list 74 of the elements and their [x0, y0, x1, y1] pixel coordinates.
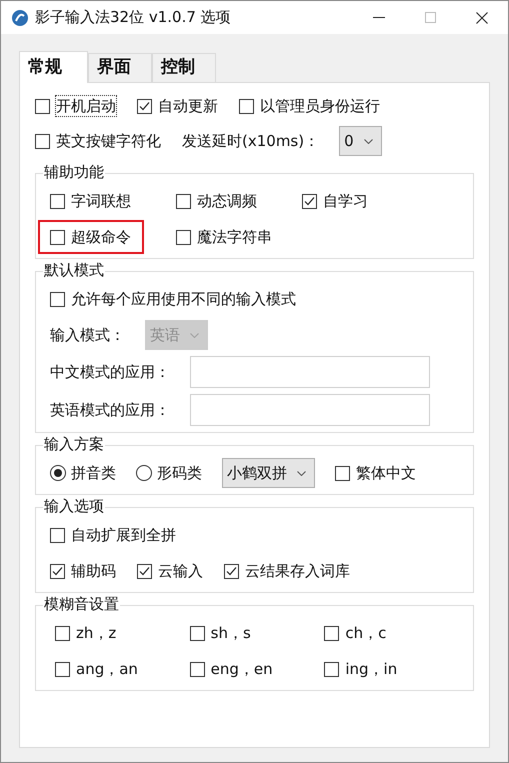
checkbox-label[interactable]: sh，s: [210, 622, 252, 644]
checkbox-label[interactable]: ang，an: [75, 658, 139, 680]
radio-label[interactable]: 形码类: [157, 462, 202, 484]
checkbox-label[interactable]: ch，c: [344, 622, 388, 644]
input-field[interactable]: [190, 356, 430, 388]
checkbox-label[interactable]: 繁体中文: [355, 462, 417, 484]
field-label: 英语模式的应用：: [50, 400, 170, 421]
chevron-down-icon: [190, 332, 199, 338]
check-icon: [139, 100, 150, 112]
checkbox-label[interactable]: 辅助码: [70, 560, 117, 582]
checkbox-label[interactable]: 以管理员身份运行: [259, 95, 381, 117]
checkbox-label[interactable]: 动态调频: [196, 190, 258, 212]
chevron-down-icon: [364, 138, 373, 144]
checkbox[interactable]: [324, 626, 340, 640]
checkbox[interactable]: [190, 626, 205, 640]
field-label: 发送延时(x10ms)：: [182, 130, 320, 152]
group-title: 输入方案: [43, 434, 105, 454]
group-title: 辅助功能: [43, 162, 105, 182]
group-title: 输入选项: [43, 496, 105, 516]
check-icon: [304, 196, 315, 206]
checkbox[interactable]: [302, 194, 317, 208]
checkbox-label[interactable]: 自动更新: [157, 95, 219, 117]
checkbox[interactable]: [50, 292, 65, 306]
close-icon[interactable]: [476, 12, 488, 24]
dropdown[interactable]: 0: [339, 126, 382, 156]
checkbox[interactable]: [55, 626, 70, 640]
checkbox-label[interactable]: 允许每个应用使用不同的输入模式: [70, 288, 297, 310]
checkbox-label[interactable]: ing，in: [344, 658, 398, 680]
checkbox-label[interactable]: 云输入: [157, 560, 204, 582]
checkbox[interactable]: [190, 662, 205, 676]
checkbox[interactable]: [176, 230, 191, 244]
checkbox[interactable]: [224, 564, 239, 578]
checkbox[interactable]: [35, 134, 50, 148]
radio-button[interactable]: [50, 465, 66, 481]
group-title: 默认模式: [43, 260, 105, 280]
minimize-icon[interactable]: [373, 16, 385, 18]
group-title: 模糊音设置: [43, 594, 120, 614]
checkbox[interactable]: [324, 662, 340, 676]
checkbox[interactable]: [137, 98, 152, 114]
checkbox-label[interactable]: 英文按键字符化: [55, 130, 162, 152]
checkbox[interactable]: [50, 528, 65, 542]
checkbox[interactable]: [137, 564, 152, 578]
chevron-down-icon: [297, 470, 306, 476]
checkbox-label[interactable]: 魔法字符串: [196, 226, 273, 248]
app-icon: [11, 8, 29, 26]
checkbox[interactable]: [35, 98, 50, 114]
checkbox[interactable]: [50, 194, 65, 208]
input-field[interactable]: [190, 394, 430, 426]
checkbox[interactable]: [239, 98, 254, 114]
checkbox-label[interactable]: 自学习: [322, 190, 369, 212]
checkbox-label[interactable]: 自动扩展到全拼: [70, 524, 177, 546]
dropdown[interactable]: 小鹤双拼: [222, 458, 315, 488]
checkbox-label[interactable]: 开机启动: [55, 95, 117, 117]
field-label: 中文模式的应用：: [50, 362, 170, 383]
checkbox[interactable]: [176, 194, 191, 208]
field-label: 输入模式：: [50, 324, 125, 346]
checkbox[interactable]: [50, 564, 65, 578]
checkbox-label[interactable]: zh，z: [75, 622, 118, 644]
checkbox[interactable]: [335, 466, 350, 480]
checkbox-label[interactable]: 云结果存入词库: [244, 560, 351, 582]
check-icon: [139, 566, 150, 576]
check-icon: [226, 566, 237, 576]
check-icon: [52, 566, 63, 576]
checkbox-label[interactable]: 字词联想: [70, 190, 132, 212]
radio-label[interactable]: 拼音类: [71, 462, 116, 484]
tab[interactable]: 控制: [152, 53, 216, 82]
radio-button[interactable]: [136, 465, 152, 481]
checkbox-label[interactable]: eng，en: [210, 658, 274, 680]
checkbox-label[interactable]: 超级命令: [70, 226, 132, 248]
tab[interactable]: 界面: [88, 53, 152, 82]
tab[interactable]: 常规: [19, 51, 88, 83]
checkbox[interactable]: [55, 662, 70, 676]
checkbox[interactable]: [50, 230, 65, 244]
window-title: 影子输入法32位 v1.0.7 选项: [35, 7, 231, 28]
